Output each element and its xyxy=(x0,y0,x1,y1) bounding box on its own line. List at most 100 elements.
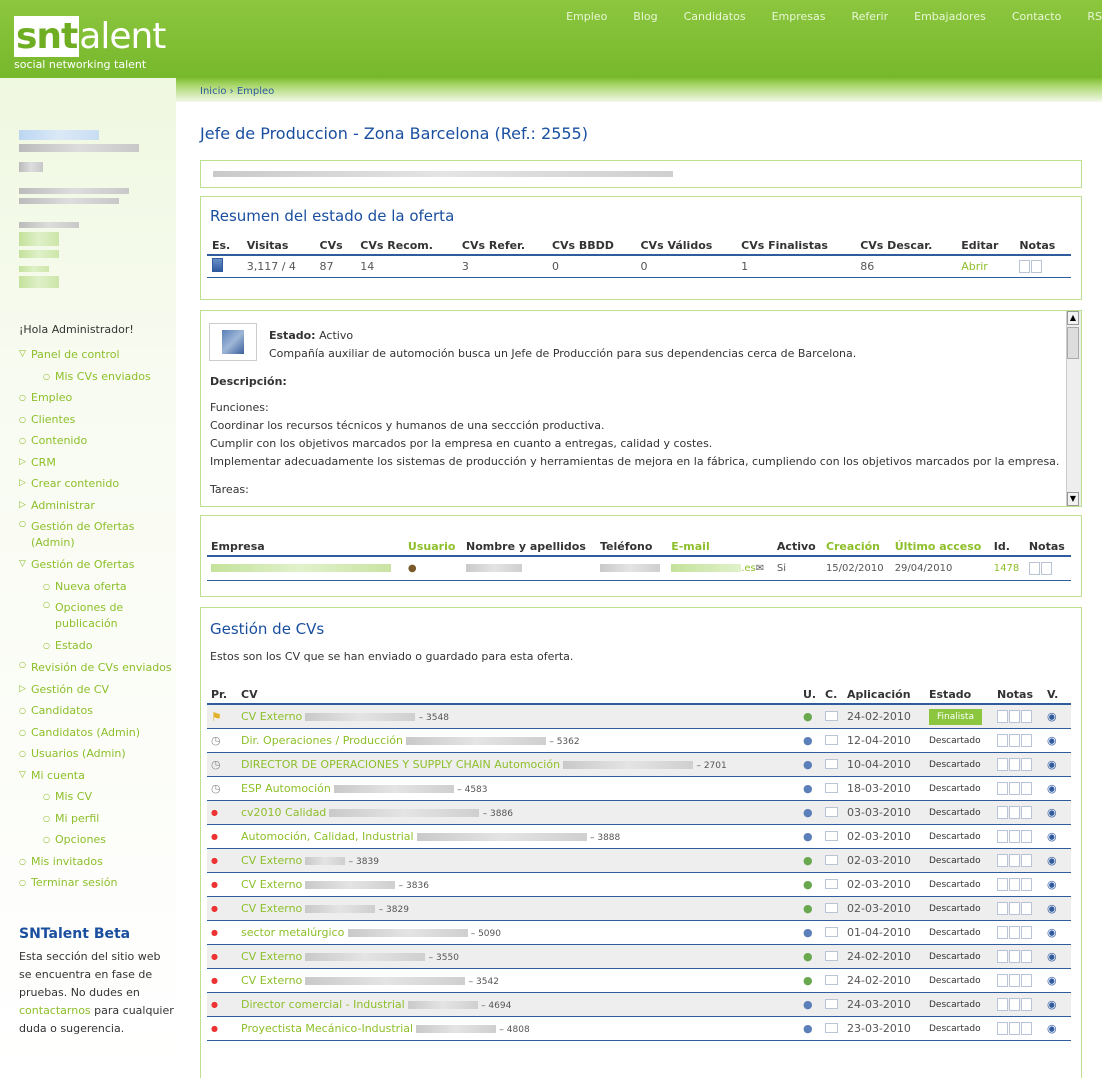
table-row[interactable]: ◷ ESP Automoción – 4583 ● 18-03-2010 Descart… xyxy=(207,776,1071,801)
user-icon[interactable]: ● xyxy=(803,974,813,987)
note-icon[interactable] xyxy=(997,758,1008,771)
note-icon[interactable] xyxy=(1009,974,1020,987)
note-icon[interactable] xyxy=(1021,782,1032,795)
topnav-referir[interactable]: Referir xyxy=(851,10,888,23)
comment-icon[interactable] xyxy=(825,879,838,889)
note-icon[interactable] xyxy=(997,710,1008,723)
status-badge[interactable]: Descartado xyxy=(929,1000,981,1010)
note-icon[interactable] xyxy=(1009,830,1020,843)
user-icon[interactable]: ● xyxy=(803,1022,813,1035)
user-icon[interactable]: ● xyxy=(803,710,813,723)
view-eye-icon[interactable]: ◉ xyxy=(1047,710,1057,723)
table-row[interactable]: ● Proyectista Mecánico-Industrial – 4808 ●… xyxy=(207,1016,1071,1041)
breadcrumb[interactable]: Inicio › Empleo xyxy=(200,86,274,97)
email-suffix[interactable]: .es xyxy=(741,563,756,574)
topnav-candidatos[interactable]: Candidatos xyxy=(684,10,746,23)
note-icon[interactable] xyxy=(997,1022,1008,1035)
cv-link[interactable]: Director comercial - Industrial xyxy=(241,998,405,1011)
sidebar-item-empleo[interactable]: Empleo xyxy=(19,387,174,409)
sidebar-item-administrar[interactable]: Administrar xyxy=(19,495,174,517)
table-row[interactable]: ● CV Externo – 3542 ● 24-02-2010 Descartado ◉ xyxy=(207,968,1071,993)
comment-icon[interactable] xyxy=(825,999,838,1009)
sidebar-item-contenido[interactable]: Contenido xyxy=(19,430,174,452)
cv-link[interactable]: cv2010 Calidad xyxy=(241,806,326,819)
view-eye-icon[interactable]: ◉ xyxy=(1047,854,1057,867)
note-icon[interactable] xyxy=(1040,562,1052,575)
note-icon[interactable] xyxy=(997,926,1008,939)
cv-link[interactable]: Dir. Operaciones / Producción xyxy=(241,734,403,747)
topnav-blog[interactable]: Blog xyxy=(633,10,657,23)
note-icon[interactable] xyxy=(1009,854,1020,867)
note-icon[interactable] xyxy=(997,950,1008,963)
view-eye-icon[interactable]: ◉ xyxy=(1047,830,1057,843)
sidebar-item-revision-de-cvs-enviados[interactable]: Revisión de CVs enviados xyxy=(19,657,174,679)
comment-icon[interactable] xyxy=(825,903,838,913)
note-icon[interactable] xyxy=(1009,878,1020,891)
table-row[interactable]: ● cv2010 Calidad – 3886 ● 03-03-2010 Descart… xyxy=(207,800,1071,825)
note-icon[interactable] xyxy=(997,902,1008,915)
table-row[interactable]: ● Automoción, Calidad, Industrial – 3888 ●… xyxy=(207,824,1071,849)
sidebar-item-candidatos[interactable]: Candidatos xyxy=(19,700,174,722)
cv-link[interactable]: Proyectista Mecánico-Industrial xyxy=(241,1022,413,1035)
table-row[interactable]: ● sector metalúrgico – 5090 ● 01-04-2010 Des… xyxy=(207,920,1071,945)
note-icon[interactable] xyxy=(1009,1022,1020,1035)
note-icon[interactable] xyxy=(997,974,1008,987)
view-eye-icon[interactable]: ◉ xyxy=(1047,950,1057,963)
note-icon[interactable] xyxy=(1021,854,1032,867)
note-icon[interactable] xyxy=(1021,950,1032,963)
cv-link[interactable]: CV Externo xyxy=(241,974,302,987)
cv-link[interactable]: ESP Automoción xyxy=(241,782,331,795)
note-icon[interactable] xyxy=(1021,902,1032,915)
view-eye-icon[interactable]: ◉ xyxy=(1047,998,1057,1011)
user-icon[interactable]: ● xyxy=(803,830,813,843)
sidebar-item-mis-cvs-enviados[interactable]: Mis CVs enviados xyxy=(19,366,174,388)
view-eye-icon[interactable]: ◉ xyxy=(1047,1022,1057,1035)
sidebar-item-opciones-de-publicacion[interactable]: Opciones de publicación xyxy=(19,597,174,635)
status-badge[interactable]: Descartado xyxy=(929,928,981,938)
user-icon[interactable]: ● xyxy=(803,782,813,795)
note-icon[interactable] xyxy=(1019,260,1031,274)
company-id-link[interactable]: 1478 xyxy=(994,563,1019,574)
status-badge[interactable]: Descartado xyxy=(929,808,981,818)
user-icon[interactable]: ● xyxy=(803,878,813,891)
status-badge[interactable]: Descartado xyxy=(929,976,981,986)
user-icon[interactable]: ● xyxy=(803,854,813,867)
table-row[interactable]: ◷ Dir. Operaciones / Producción – 5362 ● 12… xyxy=(207,728,1071,753)
sidebar-item-crm[interactable]: CRM xyxy=(19,452,174,474)
cv-link[interactable]: CV Externo xyxy=(241,878,302,891)
note-icon[interactable] xyxy=(1021,806,1032,819)
site-logo[interactable]: sntalent social networking talent xyxy=(14,16,174,80)
status-badge[interactable]: Descartado xyxy=(929,784,981,794)
sidebar-item-opciones[interactable]: Opciones xyxy=(19,829,174,851)
comment-icon[interactable] xyxy=(825,831,838,841)
note-icon[interactable] xyxy=(1021,926,1032,939)
user-icon[interactable]: ● xyxy=(803,758,813,771)
sidebar-item-candidatos-admin[interactable]: Candidatos (Admin) xyxy=(19,722,174,744)
sidebar-item-mis-cv[interactable]: Mis CV xyxy=(19,786,174,808)
note-icon[interactable] xyxy=(997,830,1008,843)
status-badge[interactable]: Descartado xyxy=(929,832,981,842)
note-icon[interactable] xyxy=(1009,902,1020,915)
view-eye-icon[interactable]: ◉ xyxy=(1047,974,1057,987)
note-icon[interactable] xyxy=(1009,782,1020,795)
user-icon[interactable]: ● xyxy=(803,734,813,747)
topnav-empleo[interactable]: Empleo xyxy=(566,10,607,23)
note-icon[interactable] xyxy=(1021,974,1032,987)
topnav-rss[interactable]: RS xyxy=(1087,10,1102,23)
status-badge[interactable]: Descartado xyxy=(929,1024,981,1034)
comment-icon[interactable] xyxy=(825,735,838,745)
note-icon[interactable] xyxy=(997,878,1008,891)
sidebar-item-panel-de-control[interactable]: Panel de control xyxy=(19,344,174,366)
col-email[interactable]: E-mail xyxy=(667,538,773,557)
sidebar-item-estado[interactable]: Estado xyxy=(19,635,174,657)
view-eye-icon[interactable]: ◉ xyxy=(1047,782,1057,795)
sidebar-item-terminar-sesion[interactable]: Terminar sesión xyxy=(19,872,174,894)
topnav-empresas[interactable]: Empresas xyxy=(772,10,826,23)
status-badge[interactable]: Descartado xyxy=(929,952,981,962)
cv-link[interactable]: DIRECTOR DE OPERACIONES Y SUPPLY CHAIN A… xyxy=(241,758,560,771)
cv-link[interactable]: sector metalúrgico xyxy=(241,926,344,939)
cv-link[interactable]: CV Externo xyxy=(241,710,302,723)
scroll-up-icon[interactable]: ▲ xyxy=(1067,311,1079,325)
scroll-down-icon[interactable]: ▼ xyxy=(1067,492,1079,506)
sidebar-item-gestion-de-ofertas-admin[interactable]: Gestión de Ofertas (Admin) xyxy=(19,516,174,554)
